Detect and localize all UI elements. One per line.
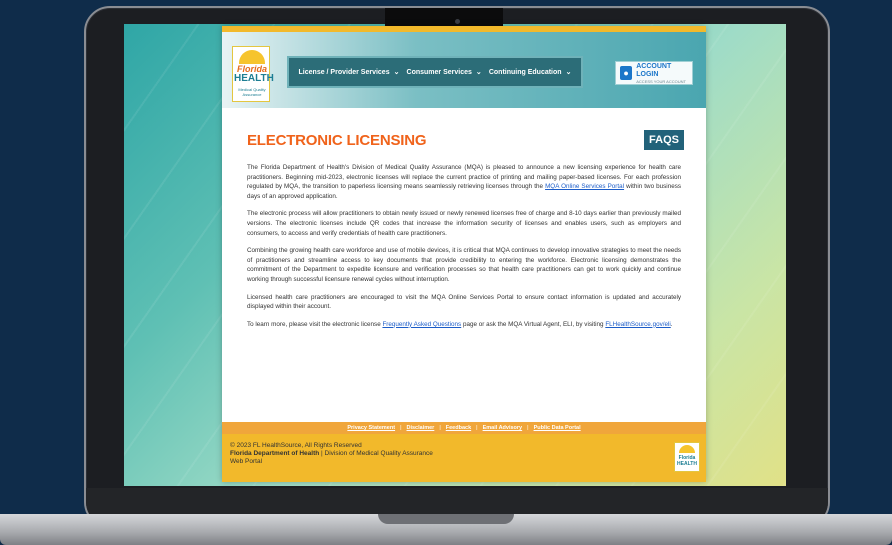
paragraph-process: The electronic process will allow practi… [247,210,681,237]
chevron-down-icon: ⌄ [393,69,400,76]
footer-logo: Florida HEALTH [674,442,700,472]
user-icon: ● [620,66,633,80]
sun-icon [239,50,265,64]
logo-subtitle: Medical Quality Assurance [238,87,266,97]
camera-icon [455,19,460,24]
paragraph-learn-more: To learn more, please visit the electron… [247,320,673,328]
footer-link-public-data-portal[interactable]: Public Data Portal [534,425,581,431]
sun-icon [679,445,695,453]
main-nav: License / Provider Services ⌄ Consumer S… [287,56,583,88]
paragraph-intro: The Florida Department of Health's Divis… [247,164,682,200]
site-header: Florida HEALTH Medical Quality Assurance… [222,32,706,108]
account-login-button[interactable]: ● ACCOUNT LOGIN ACCESS YOUR ACCOUNT [615,61,693,85]
footer-link-email-advisory[interactable]: Email Advisory [483,425,523,431]
nav-consumer-services[interactable]: Consumer Services ⌄ [406,68,482,77]
footer-logo-text: Florida HEALTH [677,455,697,467]
paragraph-strategy: Combining the growing health care workfo… [247,247,681,283]
footer-portal-label: Web Portal [230,458,263,465]
nav-continuing-education[interactable]: Continuing Education ⌄ [488,68,572,77]
page-title: ELECTRONIC LICENSING [247,132,427,149]
footer-links-bar: Privacy Statement | Disclaimer | Feedbac… [222,422,706,434]
footer-department: Florida Department of Health | Division … [230,450,433,457]
florida-health-logo[interactable]: Florida HEALTH Medical Quality Assurance [232,46,274,102]
faqs-button[interactable]: FAQS [644,130,684,150]
mqa-portal-link[interactable]: MQA Online Services Portal [545,183,624,190]
laptop-base-notch [378,514,514,524]
footer-link-privacy[interactable]: Privacy Statement [347,425,395,431]
web-page: Florida HEALTH Medical Quality Assurance… [222,26,706,482]
chevron-down-icon: ⌄ [475,69,482,76]
account-login-subtitle: ACCESS YOUR ACCOUNT [636,78,686,84]
footer-link-disclaimer[interactable]: Disclaimer [407,425,435,431]
paragraph-encourage: Licensed health care practitioners are e… [247,293,681,311]
site-footer: © 2023 FL HealthSource, All Rights Reser… [222,434,706,482]
nav-license-provider-services[interactable]: License / Provider Services ⌄ [298,68,400,77]
footer-link-feedback[interactable]: Feedback [446,425,471,431]
nav-label: License / Provider Services [298,68,390,76]
eli-link[interactable]: FLHealthSource.gov/eli [605,321,670,328]
account-login-title: ACCOUNT LOGIN [636,62,672,78]
nav-label: Consumer Services [406,68,472,76]
footer-copyright: © 2023 FL HealthSource, All Rights Reser… [230,442,362,449]
chevron-down-icon: ⌄ [565,69,572,76]
faq-link[interactable]: Frequently Asked Questions [382,321,461,328]
main-content: ELECTRONIC LICENSING FAQS The Florida De… [222,108,706,329]
nav-label: Continuing Education [488,68,562,76]
logo-health-text: HEALTH [234,73,274,84]
